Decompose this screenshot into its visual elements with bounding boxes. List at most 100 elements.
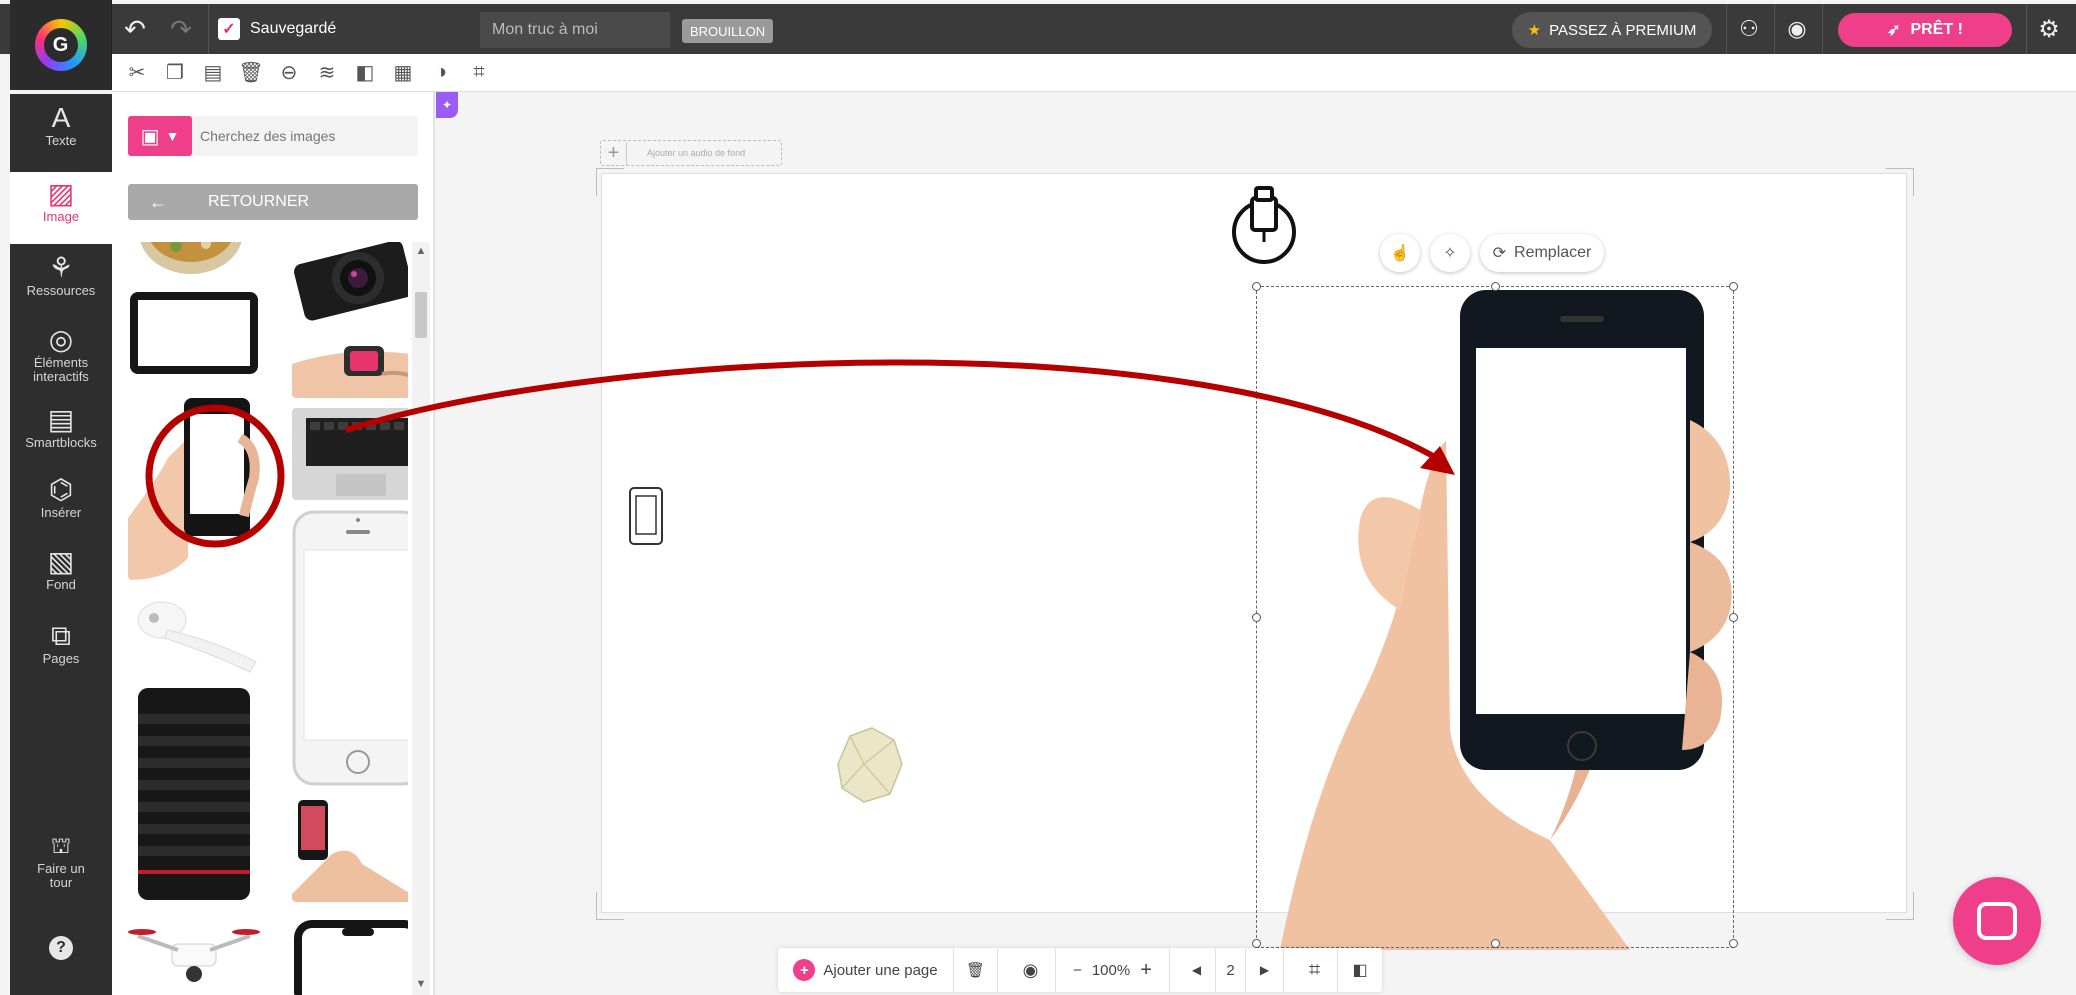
bottom-toolbar: + Ajouter une page 🗑︎ ◉ − 100% + ◀ 2 ▶ ⌗…	[778, 948, 1382, 992]
ready-button[interactable]: ➶ PRÊT !	[1838, 13, 2012, 47]
search-type-dropdown[interactable]: ▣ ▼	[128, 116, 192, 156]
panel-scrollbar[interactable]: ▲ ▼	[412, 242, 430, 995]
interactive-icon: ◎	[48, 324, 74, 355]
add-collaborator-icon[interactable]: ⚇	[1728, 8, 1770, 50]
resize-handle[interactable]	[1729, 613, 1738, 622]
sidebar-item-image[interactable]: ▨ Image	[10, 172, 112, 244]
sidebar-item-pages[interactable]: ⧉ Pages	[10, 620, 112, 684]
sidebar-item-label: Smartblocks	[25, 435, 97, 450]
settings-gear-icon[interactable]: ⚙	[2028, 8, 2070, 50]
zoom-out-button[interactable]: −	[1073, 962, 1082, 979]
sidebar-item-tour[interactable]: ⛫ Faire un tour	[10, 830, 112, 902]
resize-handle[interactable]	[1252, 282, 1261, 291]
fit-screen-icon[interactable]: ⌗	[1292, 948, 1338, 992]
chevron-down-icon: ▼	[165, 128, 180, 144]
back-label: RETOURNER	[208, 193, 310, 210]
image-result-iphone-white[interactable]	[292, 510, 408, 786]
image-results	[128, 242, 408, 995]
back-button[interactable]: ← RETOURNER	[128, 184, 418, 220]
align-icon[interactable]: ◧	[346, 54, 384, 92]
rocket-icon: ➶	[1887, 22, 1901, 39]
lightbulb-icon[interactable]	[1230, 180, 1300, 272]
scroll-down-icon[interactable]: ▼	[412, 975, 430, 993]
image-result-airpod[interactable]	[128, 592, 260, 674]
top-bar: ↶ ↷ ✓ Sauvegardé Mon truc à moi BROUILLO…	[0, 4, 2076, 54]
interactivity-hand-icon[interactable]: ☝	[1380, 234, 1420, 272]
preview-eye-icon[interactable]: ◉	[1006, 948, 1056, 992]
image-result-camera[interactable]	[292, 242, 408, 324]
undo-icon[interactable]: ↶	[114, 8, 156, 50]
delete-icon[interactable]: 🗑︎	[232, 54, 270, 92]
resize-handle[interactable]	[1252, 613, 1261, 622]
premium-button[interactable]: ★ PASSEZ À PREMIUM	[1512, 12, 1712, 48]
background-icon: ▧	[47, 546, 75, 577]
resources-icon: ⚘	[48, 252, 74, 283]
navigation-arrows-icon[interactable]: ◧	[1338, 948, 1382, 992]
preview-eye-icon[interactable]: ◉	[1776, 8, 1818, 50]
filter-icon[interactable]: ◑	[422, 54, 460, 92]
saved-label: Sauvegardé	[250, 20, 337, 37]
genially-logo[interactable]: G	[10, 0, 112, 90]
sidebar-item-label: Texte	[45, 133, 77, 148]
resize-handle[interactable]	[1729, 939, 1738, 948]
image-result-drone[interactable]	[128, 914, 260, 995]
page-number[interactable]: 2	[1216, 948, 1246, 992]
phone-outline-icon[interactable]	[628, 486, 664, 546]
text-icon: A	[51, 102, 71, 133]
search-input[interactable]	[200, 116, 410, 156]
pin-icon[interactable]: ✦	[436, 92, 458, 118]
add-audio-button[interactable]: + Ajouter un audio de fond	[600, 140, 782, 166]
crop-icon[interactable]: ⌗	[460, 54, 498, 92]
tour-icon: ⛫	[50, 833, 72, 858]
zoom-in-button[interactable]: +	[1140, 959, 1152, 982]
cut-icon[interactable]: ✂	[118, 54, 156, 92]
help-button[interactable]: ?	[10, 936, 112, 976]
pages-icon: ⧉	[51, 620, 71, 651]
image-result-phone-black[interactable]	[292, 918, 408, 995]
image-result-lens[interactable]	[128, 684, 260, 904]
image-search: ▣ ▼	[128, 116, 418, 156]
plus-circle-icon: +	[793, 959, 816, 981]
project-title-field[interactable]: Mon truc à moi	[480, 12, 670, 48]
add-page-button[interactable]: + Ajouter une page	[778, 948, 954, 992]
app-root: ↶ ↷ ✓ Sauvegardé Mon truc à moi BROUILLO…	[0, 0, 2076, 995]
replace-button[interactable]: ⟳ Remplacer	[1480, 234, 1604, 272]
resize-handle[interactable]	[1252, 939, 1261, 948]
resize-handle[interactable]	[1491, 282, 1500, 291]
crumpled-paper-image[interactable]	[828, 724, 908, 806]
image-result-tablet[interactable]	[128, 288, 260, 378]
lock-icon[interactable]: ⊖	[270, 54, 308, 92]
add-page-label: Ajouter une page	[823, 961, 938, 979]
image-result-smartwatch[interactable]	[292, 334, 408, 398]
paste-icon[interactable]: ▤	[194, 54, 232, 92]
next-page-icon[interactable]: ▶	[1246, 948, 1284, 992]
image-result-hand-phone[interactable]	[128, 398, 288, 580]
redo-icon[interactable]: ↷	[160, 8, 202, 50]
animation-cursor-icon[interactable]: ✧	[1430, 234, 1470, 272]
transparency-icon[interactable]: ▦	[384, 54, 422, 92]
sidebar-item-texte[interactable]: A Texte	[10, 102, 112, 170]
sidebar-item-interactive[interactable]: ◎ Éléments interactifs	[10, 324, 112, 400]
refresh-icon: ⟳	[1492, 245, 1507, 262]
resize-handle[interactable]	[1491, 939, 1500, 948]
image-result-laptop[interactable]	[292, 408, 408, 500]
prev-page-icon[interactable]: ◀	[1178, 948, 1216, 992]
sidebar-item-inserer[interactable]: ⌬ Insérer	[10, 474, 112, 538]
sidebar-item-label: Éléments interactifs	[33, 355, 89, 384]
chat-support-button[interactable]	[1953, 877, 2041, 965]
copy-icon[interactable]: ❐	[156, 54, 194, 92]
scroll-thumb[interactable]	[415, 292, 427, 338]
resize-handle[interactable]	[1729, 282, 1738, 291]
image-result-hand-phone-small[interactable]	[292, 794, 408, 902]
sidebar-item-ressources[interactable]: ⚘ Ressources	[10, 252, 112, 320]
image-result-food[interactable]	[136, 242, 246, 278]
sidebar-item-label: Pages	[42, 651, 80, 666]
sidebar-item-smartblocks[interactable]: ▤ Smartblocks	[10, 404, 112, 468]
sidebar-item-fond[interactable]: ▧ Fond	[10, 546, 112, 610]
layers-icon[interactable]: ≋	[308, 54, 346, 92]
delete-page-icon[interactable]: 🗑︎	[954, 948, 998, 992]
scroll-up-icon[interactable]: ▲	[412, 242, 430, 260]
add-audio-label: Ajouter un audio de fond	[647, 148, 746, 158]
status-badge: BROUILLON	[682, 19, 774, 43]
image-icon: ▨	[47, 178, 75, 209]
